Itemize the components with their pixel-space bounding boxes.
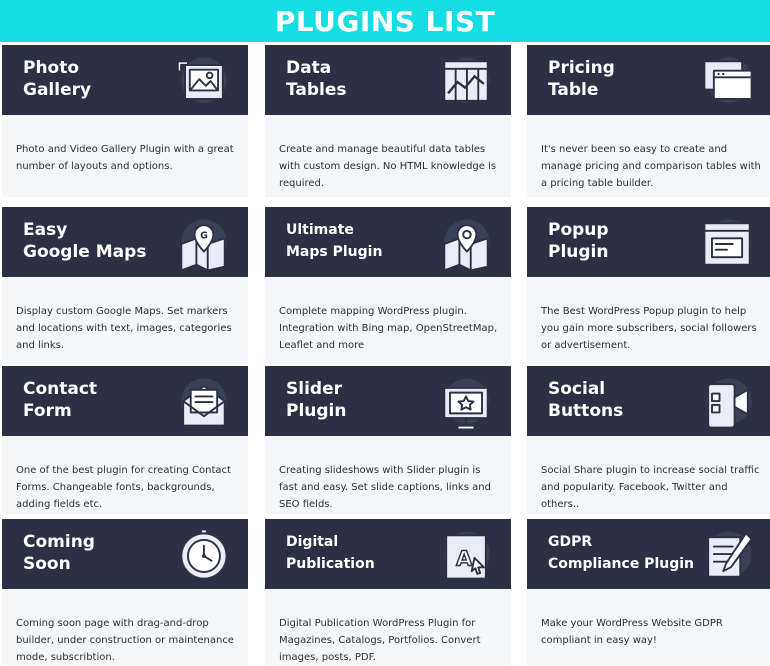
- plugin-description: One of the best plugin for creating Cont…: [16, 465, 231, 510]
- plugin-card-header: Digital Publication A: [265, 519, 511, 589]
- plugin-title-line: Social: [548, 379, 606, 399]
- plugin-title-line: Data: [286, 58, 332, 78]
- plugin-title[interactable]: Social Buttons: [548, 378, 698, 422]
- header-banner: PLUGINS LIST: [0, 0, 770, 42]
- plugin-title[interactable]: Coming Soon: [23, 531, 173, 575]
- plugin-title-line: Gallery: [23, 80, 92, 100]
- plugin-description: Create and manage beautiful data tables …: [279, 144, 497, 189]
- plugin-title-line: Maps Plugin: [286, 244, 383, 260]
- plugin-title-line: Compliance Plugin: [548, 556, 694, 572]
- plugin-title-line: Digital: [286, 534, 339, 550]
- plugin-title-line: Photo: [23, 58, 80, 78]
- plugin-description: Display custom Google Maps. Set markers …: [16, 306, 232, 351]
- plugin-title-line: Tables: [286, 80, 347, 100]
- plugin-title-line: Soon: [23, 554, 71, 574]
- plugin-title[interactable]: Contact Form: [23, 378, 173, 422]
- plugin-title[interactable]: Ultimate Maps Plugin: [286, 219, 436, 263]
- svg-text:G: G: [200, 230, 208, 241]
- plugin-description: Make your WordPress Website GDPR complia…: [541, 618, 723, 646]
- plugin-card[interactable]: Data Tables Create and manage beautiful d…: [265, 45, 511, 197]
- plugin-card-header: Easy Google Maps G: [2, 207, 248, 277]
- gdpr-icon: [695, 525, 761, 587]
- plugin-card[interactable]: Photo Gallery Photo and Video Gallery Plu…: [2, 45, 248, 197]
- plugin-title-line: Plugin: [548, 242, 609, 262]
- plugin-title-line: Table: [548, 80, 599, 100]
- plugin-title[interactable]: Slider Plugin: [286, 378, 436, 422]
- plugin-title[interactable]: Digital Publication: [286, 531, 436, 575]
- google-maps-icon: G: [170, 213, 236, 275]
- plugin-title-line: Google Maps: [23, 242, 147, 262]
- plugin-description: Complete mapping WordPress plugin. Integ…: [279, 306, 498, 351]
- plugin-card-header: Coming Soon: [2, 519, 248, 589]
- plugin-card[interactable]: Pricing Table It's never been so easy to …: [527, 45, 770, 197]
- pricing-table-icon: [695, 51, 761, 113]
- plugin-title-line: Easy: [23, 220, 68, 240]
- plugin-card-header: Photo Gallery: [2, 45, 248, 115]
- social-buttons-icon: [695, 372, 761, 434]
- plugin-card-header: Pricing Table: [527, 45, 770, 115]
- plugin-card-header: Popup Plugin: [527, 207, 770, 277]
- plugin-title[interactable]: Easy Google Maps: [23, 219, 173, 263]
- plugin-description: Digital Publication WordPress Plugin for…: [279, 618, 481, 663]
- plugin-title[interactable]: Photo Gallery: [23, 57, 173, 101]
- svg-text:A: A: [456, 546, 472, 570]
- plugin-title[interactable]: GDPR Compliance Plugin: [548, 531, 698, 575]
- contact-form-icon: [170, 372, 236, 434]
- plugin-description: Social Share plugin to increase social t…: [541, 465, 760, 510]
- plugin-description: Coming soon page with drag-and-drop buil…: [16, 618, 234, 663]
- plugin-title-line: Plugin: [286, 401, 347, 421]
- plugin-description: It's never been so easy to create and ma…: [541, 144, 761, 189]
- plugin-title-line: Coming: [23, 532, 95, 552]
- plugin-card[interactable]: Coming Soon Coming soon page with drag-an…: [2, 519, 248, 665]
- plugin-description: Creating slideshows with Slider plugin i…: [279, 465, 491, 510]
- plugin-card[interactable]: Social Buttons Social Share plugin to inc…: [527, 366, 770, 514]
- plugin-card[interactable]: GDPR Compliance Plugin Make your WordPres…: [527, 519, 770, 665]
- plugin-title-line: Slider: [286, 379, 342, 399]
- plugin-card-header: Ultimate Maps Plugin: [265, 207, 511, 277]
- plugin-title-line: Popup: [548, 220, 609, 240]
- plugin-title-line: Publication: [286, 556, 375, 572]
- slider-icon: [433, 372, 499, 434]
- plugin-title-line: Contact: [23, 379, 98, 399]
- popup-icon: [695, 213, 761, 275]
- data-tables-icon: [433, 51, 499, 113]
- plugin-title-line: GDPR: [548, 534, 593, 550]
- plugin-card-header: GDPR Compliance Plugin: [527, 519, 770, 589]
- plugin-card[interactable]: Popup Plugin The Best WordPress Popup plu…: [527, 207, 770, 364]
- plugin-card-header: Data Tables: [265, 45, 511, 115]
- plugin-card-header: Contact Form: [2, 366, 248, 436]
- plugin-title-line: Pricing: [548, 58, 615, 78]
- page-title: PLUGINS LIST: [274, 4, 496, 38]
- digital-publication-icon: A: [433, 525, 499, 587]
- plugin-card[interactable]: Digital Publication A Digital Publication…: [265, 519, 511, 665]
- coming-soon-icon: [170, 525, 236, 587]
- plugin-card[interactable]: Easy Google Maps G Display custom Google M…: [2, 207, 248, 364]
- maps-icon: [433, 213, 499, 275]
- plugin-title-line: Form: [23, 401, 72, 421]
- plugin-title[interactable]: Data Tables: [286, 57, 436, 101]
- plugin-description: Photo and Video Gallery Plugin with a gr…: [16, 144, 234, 172]
- plugin-card-header: Slider Plugin: [265, 366, 511, 436]
- plugin-title[interactable]: Pricing Table: [548, 57, 698, 101]
- plugin-card[interactable]: Contact Form One of the best plugin for c…: [2, 366, 248, 514]
- plugin-card[interactable]: Ultimate Maps Plugin Complete mapping Wor…: [265, 207, 511, 364]
- plugin-title-line: Buttons: [548, 401, 624, 421]
- plugin-description: The Best WordPress Popup plugin to help …: [541, 306, 757, 351]
- photo-gallery-icon: [170, 51, 236, 113]
- plugin-card-header: Social Buttons: [527, 366, 770, 436]
- plugin-card[interactable]: Slider Plugin Creating slideshows with Sl…: [265, 366, 511, 514]
- plugin-title-line: Ultimate: [286, 222, 354, 238]
- plugin-title[interactable]: Popup Plugin: [548, 219, 698, 263]
